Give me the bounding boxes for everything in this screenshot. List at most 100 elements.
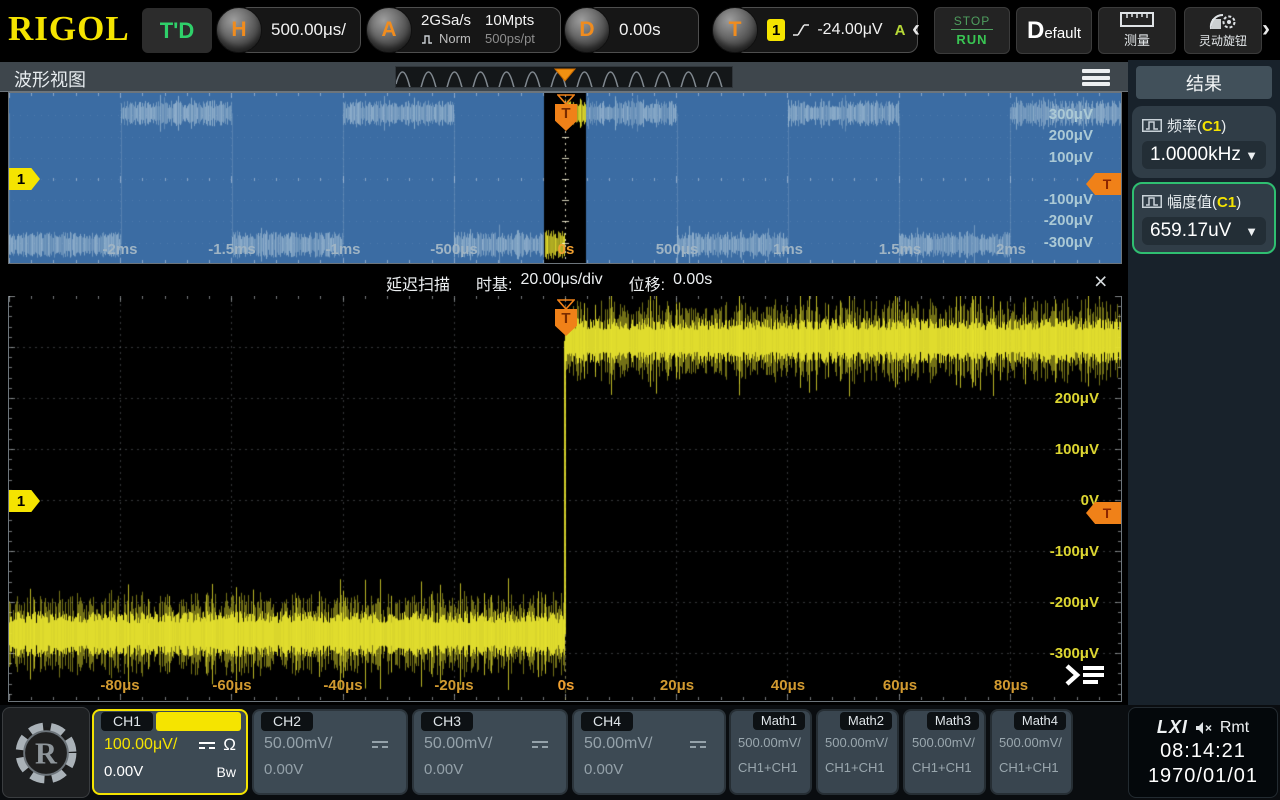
acquire-knob[interactable]: A — [366, 7, 412, 53]
math-scale: 500.00mV/ — [738, 735, 803, 750]
toolbar-next-icon[interactable]: › — [1262, 15, 1270, 43]
delay-control[interactable]: D 0.00s — [564, 7, 699, 53]
x-tick: 20μs — [637, 677, 717, 694]
math1-card[interactable]: Math1 500.00mV/ CH1+CH1 — [729, 709, 812, 795]
dropdown-icon[interactable]: ▼ — [1245, 148, 1258, 163]
top-toolbar: RIGOL T'D H 500.00μs/ A 2GSa/s Norm — [0, 0, 1280, 60]
x-tick: -1ms — [303, 241, 383, 258]
knob-gear-icon — [1208, 12, 1238, 30]
dc-coupling-icon — [532, 741, 548, 748]
dc-coupling-icon — [690, 741, 706, 748]
dc-coupling-icon — [372, 741, 388, 748]
math2-card[interactable]: Math2 500.00mV/ CH1+CH1 — [816, 709, 899, 795]
trigger-position-triangle-icon[interactable] — [557, 94, 575, 105]
menu-expand-icon[interactable] — [1063, 659, 1107, 691]
x-tick: -60μs — [192, 677, 272, 694]
memory-depth: 10Mpts — [485, 12, 535, 30]
measurement-name: 幅度值(C1) — [1167, 191, 1241, 212]
zoom-waveform-view[interactable]: T 1 T -80μs -60μs -40μs -20μs 0s 20μs 40… — [8, 296, 1122, 702]
y-tick: -100μV — [1023, 191, 1093, 209]
main-waveform-view[interactable]: T 1 T -2ms -1.5ms -1ms -500μs 0s 500μs 1… — [8, 92, 1122, 264]
y-tick: -100μV — [1029, 543, 1099, 561]
waveform-view-title: 波形视图 — [14, 66, 86, 92]
y-tick: -200μV — [1029, 594, 1099, 612]
toolbar-prev-icon[interactable]: ‹ — [912, 15, 920, 43]
y-tick: -300μV — [1023, 234, 1093, 252]
zoom-waveform-canvas[interactable] — [9, 296, 1121, 700]
trigger-level: -24.00μV — [817, 21, 882, 39]
horizontal-knob[interactable]: H — [216, 7, 262, 53]
run-label: RUN — [956, 32, 987, 47]
offset-label: 位移: — [629, 271, 665, 295]
measurement-amplitude-card[interactable]: 幅度值(C1) 659.17uV ▼ — [1132, 182, 1276, 254]
rigol-knob-logo[interactable]: R — [2, 707, 90, 798]
trigger-info[interactable]: 1 -24.00μV A — [735, 7, 918, 53]
impedance-label: Ω — [223, 735, 236, 755]
bottom-status-bar: R CH1 100.00μV/ Ω 0.00V Bw CH2 50.00mV/ … — [0, 705, 1280, 800]
x-tick: 1ms — [748, 241, 828, 258]
measurement-frequency-card[interactable]: 频率(C1) 1.0000kHz ▼ — [1132, 106, 1276, 178]
trigger-position-triangle-icon[interactable] — [557, 299, 575, 310]
dropdown-icon[interactable]: ▼ — [1245, 224, 1258, 239]
quick-knob-button[interactable]: 灵动旋钮 — [1184, 7, 1262, 54]
math4-card[interactable]: Math4 500.00mV/ CH1+CH1 — [990, 709, 1073, 795]
x-tick: -2ms — [80, 241, 160, 258]
measurement-value: 1.0000kHz — [1150, 144, 1241, 166]
dc-coupling-icon — [199, 742, 215, 749]
math-scale: 500.00mV/ — [912, 735, 977, 750]
remote-status: Rmt — [1220, 719, 1249, 737]
channel3-tab[interactable]: CH3 — [421, 712, 473, 731]
channel1-card[interactable]: CH1 100.00μV/ Ω 0.00V Bw — [92, 709, 248, 795]
x-tick: 1.5ms — [860, 241, 940, 258]
oscilloscope-screen: RIGOL T'D H 500.00μs/ A 2GSa/s Norm — [0, 0, 1280, 800]
y-tick: -200μV — [1023, 212, 1093, 230]
channel1-tab[interactable]: CH1 — [101, 712, 153, 731]
default-button[interactable]: Default — [1016, 7, 1092, 54]
math-scale: 500.00mV/ — [999, 735, 1064, 750]
stop-run-button[interactable]: STOP RUN — [934, 7, 1010, 54]
channel-scale: 50.00mV/ — [584, 735, 652, 753]
measure-button[interactable]: 测量 — [1098, 7, 1176, 54]
math2-tab[interactable]: Math2 — [840, 712, 892, 730]
speaker-muted-icon — [1195, 721, 1213, 735]
trigger-control[interactable]: T 1 -24.00μV A — [712, 7, 918, 53]
math3-card[interactable]: Math3 500.00mV/ CH1+CH1 — [903, 709, 986, 795]
close-icon[interactable]: × — [1094, 267, 1107, 295]
timebase-position-indicator[interactable] — [395, 66, 733, 88]
channel-offset: 0.00V — [584, 761, 623, 778]
x-tick: -40μs — [303, 677, 383, 694]
channel4-card[interactable]: CH4 50.00mV/ 0.00V — [572, 709, 726, 795]
y-tick: 0V — [1029, 492, 1099, 510]
measurement-value: 659.17uV — [1150, 220, 1231, 242]
rigol-logo: RIGOL — [8, 9, 130, 49]
channel-scale: 50.00mV/ — [264, 735, 332, 753]
acquire-info[interactable]: 2GSa/s Norm 10Mpts 500ps/pt — [389, 7, 561, 53]
channel2-card[interactable]: CH2 50.00mV/ 0.00V — [252, 709, 408, 795]
math1-tab[interactable]: Math1 — [753, 712, 805, 730]
horizontal-control[interactable]: H 500.00μs/ — [216, 7, 361, 53]
channel3-card[interactable]: CH3 50.00mV/ 0.00V — [412, 709, 568, 795]
hamburger-menu-icon[interactable] — [1082, 69, 1110, 86]
trigger-status-badge[interactable]: T'D — [142, 8, 212, 53]
trigger-source-chip: 1 — [767, 19, 785, 41]
lxi-logo: LXI — [1157, 717, 1188, 738]
trigger-knob[interactable]: T — [712, 7, 758, 53]
y-tick: 200μV — [1029, 390, 1099, 408]
x-tick-zero: 0s — [526, 677, 606, 694]
math3-tab[interactable]: Math3 — [927, 712, 979, 730]
x-tick: 80μs — [971, 677, 1051, 694]
rising-edge-icon — [792, 22, 810, 38]
channel4-tab[interactable]: CH4 — [581, 712, 633, 731]
x-tick: -20μs — [414, 677, 494, 694]
sample-rate: 2GSa/s — [421, 12, 471, 30]
y-tick: 300μV — [1023, 106, 1093, 124]
channel2-tab[interactable]: CH2 — [261, 712, 313, 731]
bandwidth-limit-label: Bw — [217, 764, 236, 780]
system-status-card[interactable]: LXI Rmt 08:14:21 1970/01/01 — [1128, 707, 1278, 798]
acquire-control[interactable]: A 2GSa/s Norm 10Mpts 500ps/pt — [366, 7, 561, 53]
math4-tab[interactable]: Math4 — [1014, 712, 1066, 730]
measure-pulse-icon — [1142, 119, 1162, 132]
math-expression: CH1+CH1 — [999, 760, 1064, 775]
stop-label: STOP — [951, 14, 993, 30]
delay-knob[interactable]: D — [564, 7, 610, 53]
